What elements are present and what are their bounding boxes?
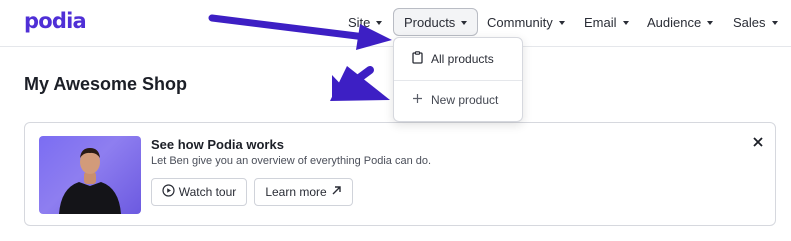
nav-audience[interactable]: Audience [647, 8, 714, 36]
promo-subtitle: Let Ben give you an overview of everythi… [151, 155, 432, 167]
chevron-down-icon [707, 21, 714, 25]
chevron-down-icon [771, 21, 778, 25]
menu-item-label: All products [431, 52, 494, 66]
chevron-down-icon [558, 21, 565, 25]
products-dropdown-menu: All products New product [393, 37, 523, 122]
promo-title: See how Podia works [151, 137, 284, 152]
watch-tour-button[interactable]: Watch tour [151, 178, 247, 206]
learn-more-label: Learn more [265, 185, 327, 199]
page-title: My Awesome Shop [24, 74, 188, 94]
menu-item-label: New product [431, 93, 499, 107]
nav-products[interactable]: Products [393, 8, 479, 36]
nav-products-label: Products [404, 14, 456, 30]
nav-sales-label: Sales [733, 14, 766, 30]
nav-audience-label: Audience [647, 14, 702, 30]
nav-email[interactable]: Email [584, 8, 629, 36]
external-link-arrow-icon [331, 185, 342, 199]
learn-more-button[interactable]: Learn more [254, 178, 353, 206]
menu-item-new-product[interactable]: New product [394, 81, 522, 119]
chevron-down-icon [622, 21, 629, 25]
clipboard-icon [412, 51, 423, 67]
arrow-to-new-product [330, 66, 390, 101]
nav-email-label: Email [584, 14, 617, 30]
watch-tour-label: Watch tour [178, 185, 237, 199]
plus-icon [412, 93, 423, 107]
nav-site-label: Site [348, 14, 371, 30]
play-circle-icon [162, 184, 175, 200]
nav-community[interactable]: Community [487, 8, 565, 36]
promo-card: See how Podia works Let Ben give you an … [24, 122, 776, 226]
nav-community-label: Community [487, 14, 553, 30]
podia-logo[interactable]: podia [24, 9, 87, 33]
close-icon[interactable] [749, 133, 767, 151]
chevron-down-icon [461, 21, 468, 25]
chevron-down-icon [376, 21, 383, 25]
nav-site[interactable]: Site [348, 8, 383, 36]
presenter-photo-icon[interactable] [39, 136, 141, 214]
nav-sales[interactable]: Sales [733, 8, 778, 36]
menu-item-all-products[interactable]: All products [394, 40, 522, 78]
